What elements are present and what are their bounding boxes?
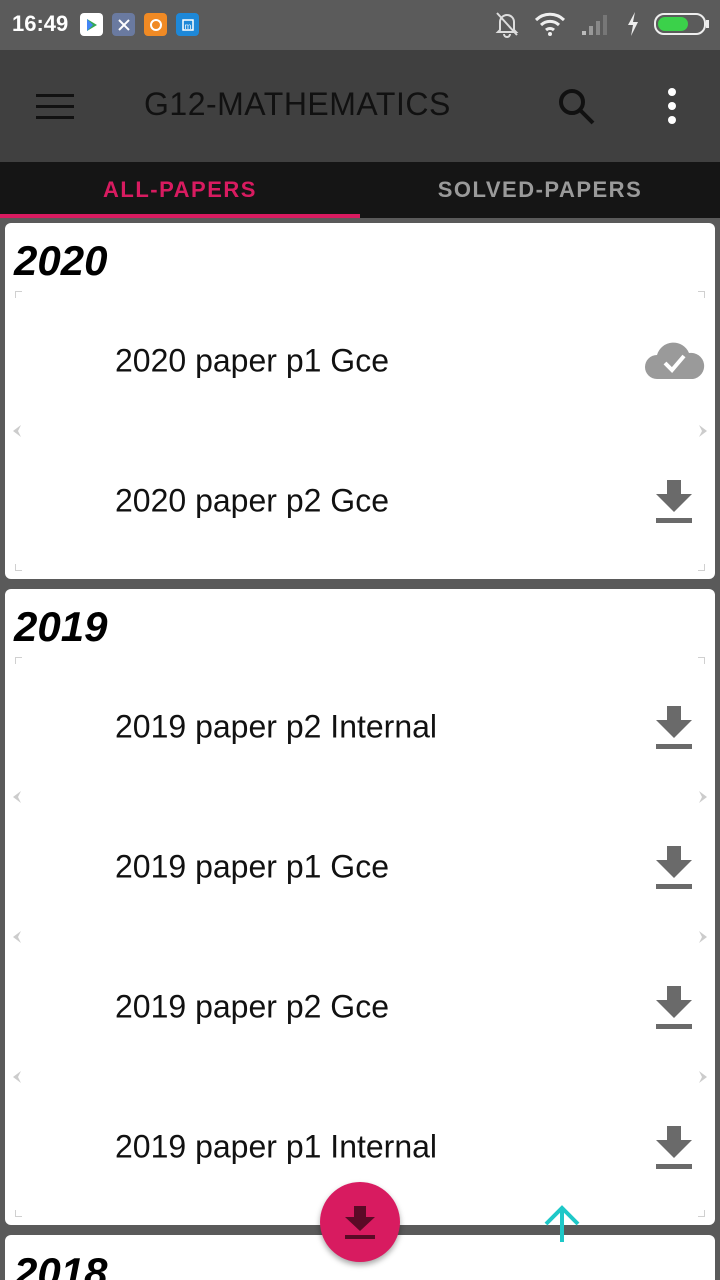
paper-label: 2019 paper p2 Internal: [115, 708, 438, 745]
battery-icon: [654, 13, 709, 35]
paper-label: 2019 paper p1 Gce: [115, 848, 389, 885]
cloud-done-icon[interactable]: [643, 336, 705, 386]
bell-muted-icon: [495, 12, 519, 38]
tab-all-papers[interactable]: ALL-PAPERS: [0, 162, 360, 218]
year-heading: 2019: [14, 603, 108, 650]
more-vert-icon[interactable]: [660, 86, 684, 126]
app-toolbar: G12-MATHEMATICS: [0, 50, 720, 162]
paper-label: 2020 paper p2 Gce: [115, 482, 389, 519]
search-icon[interactable]: [556, 86, 596, 126]
paper-label: 2019 paper p2 Gce: [115, 988, 389, 1025]
notification-icons: m: [80, 13, 199, 36]
papers-list[interactable]: 2020 2020 paper p1 Gce 2020 paper p2 Gce…: [0, 218, 720, 1280]
page-title: G12-MATHEMATICS: [144, 86, 451, 122]
status-bar: 16:49 m: [0, 0, 720, 50]
status-right-icons: [494, 10, 710, 38]
signal-icon: [582, 15, 607, 35]
year-card-2020: 2020 2020 paper p1 Gce 2020 paper p2 Gce: [5, 223, 715, 579]
wifi-icon: [534, 12, 566, 36]
hamburger-menu-icon[interactable]: [34, 90, 78, 122]
download-icon[interactable]: [643, 982, 705, 1032]
paper-row[interactable]: 2019 paper p1 Gce: [13, 791, 707, 937]
year-card-2019: 2019 2019 paper p2 Internal 2019 paper p…: [5, 589, 715, 1225]
status-time: 16:49: [12, 11, 69, 36]
paper-row[interactable]: 2019 paper p2 Internal: [15, 657, 705, 797]
download-icon[interactable]: [643, 702, 705, 752]
download-icon: [345, 1206, 375, 1239]
year-heading: 2018: [14, 1249, 108, 1280]
paper-row[interactable]: 2019 paper p2 Gce: [13, 931, 707, 1077]
tab-bar: ALL-PAPERS SOLVED-PAPERS: [0, 162, 720, 218]
arrow-up-icon[interactable]: [540, 1202, 584, 1246]
chat-app-icon: [144, 13, 167, 36]
download-icon[interactable]: [643, 1122, 705, 1172]
m-app-icon: m: [176, 13, 199, 36]
paper-label: 2020 paper p1 Gce: [115, 342, 389, 379]
charging-icon: [628, 12, 638, 36]
app-icon: [112, 13, 135, 36]
paper-row[interactable]: 2020 paper p2 Gce: [13, 425, 707, 571]
paper-label: 2019 paper p1 Internal: [115, 1128, 438, 1165]
play-store-icon: [80, 13, 103, 36]
year-heading: 2020: [14, 237, 108, 284]
download-icon[interactable]: [643, 476, 705, 526]
download-icon[interactable]: [643, 842, 705, 892]
svg-text:m: m: [184, 22, 191, 31]
tab-solved-papers[interactable]: SOLVED-PAPERS: [360, 162, 720, 218]
paper-row[interactable]: 2020 paper p1 Gce: [15, 291, 705, 431]
download-all-fab[interactable]: [320, 1182, 400, 1262]
